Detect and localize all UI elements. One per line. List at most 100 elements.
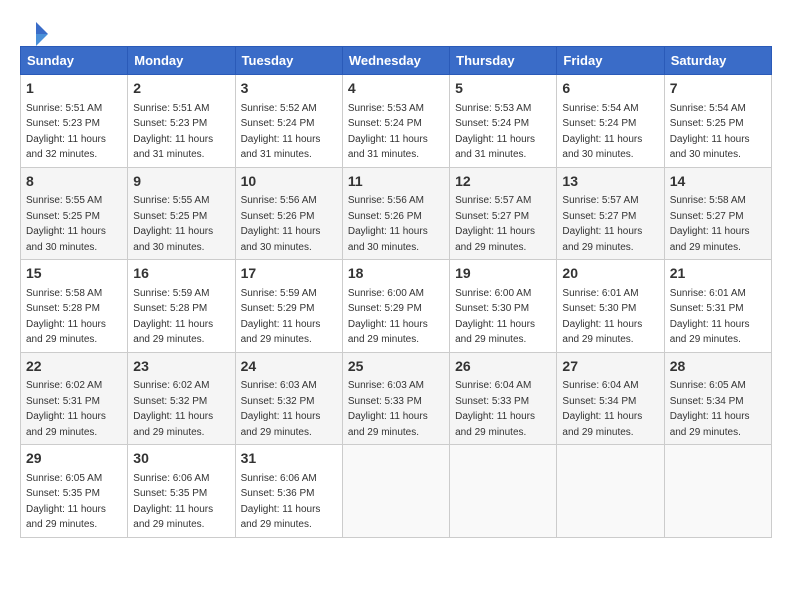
day-info: Sunrise: 6:02 AMSunset: 5:31 PMDaylight:…	[26, 380, 106, 438]
day-info: Sunrise: 5:54 AMSunset: 5:24 PMDaylight:…	[562, 103, 642, 161]
day-number: 11	[348, 172, 444, 192]
calendar-day-8: 8 Sunrise: 5:55 AMSunset: 5:25 PMDaylight…	[21, 167, 128, 260]
calendar-table: SundayMondayTuesdayWednesdayThursdayFrid…	[20, 46, 772, 538]
day-info: Sunrise: 6:02 AMSunset: 5:32 PMDaylight:…	[133, 380, 213, 438]
calendar-day-12: 12Sunrise: 5:57 AMSunset: 5:27 PMDayligh…	[450, 167, 557, 260]
day-number: 5	[455, 79, 551, 99]
day-number: 7	[670, 79, 766, 99]
header-wednesday: Wednesday	[342, 47, 449, 75]
calendar-day-29: 29Sunrise: 6:05 AMSunset: 5:35 PMDayligh…	[21, 445, 128, 538]
day-number: 15	[26, 264, 122, 284]
day-info: Sunrise: 5:58 AMSunset: 5:28 PMDaylight:…	[26, 288, 106, 346]
header-tuesday: Tuesday	[235, 47, 342, 75]
day-info: Sunrise: 5:51 AMSunset: 5:23 PMDaylight:…	[26, 103, 106, 161]
day-info: Sunrise: 5:59 AMSunset: 5:28 PMDaylight:…	[133, 288, 213, 346]
day-info: Sunrise: 5:59 AMSunset: 5:29 PMDaylight:…	[241, 288, 321, 346]
day-number: 18	[348, 264, 444, 284]
day-info: Sunrise: 6:00 AMSunset: 5:30 PMDaylight:…	[455, 288, 535, 346]
day-info: Sunrise: 6:05 AMSunset: 5:34 PMDaylight:…	[670, 380, 750, 438]
day-number: 4	[348, 79, 444, 99]
calendar-day-28: 28 Sunrise: 6:05 AMSunset: 5:34 PMDayligh…	[664, 352, 771, 445]
day-number: 13	[562, 172, 658, 192]
calendar-day-13: 13 Sunrise: 5:57 AMSunset: 5:27 PMDayligh…	[557, 167, 664, 260]
calendar-week-4: 22Sunrise: 6:02 AMSunset: 5:31 PMDayligh…	[21, 352, 772, 445]
calendar-day-24: 24 Sunrise: 6:03 AMSunset: 5:32 PMDayligh…	[235, 352, 342, 445]
day-info: Sunrise: 5:55 AMSunset: 5:25 PMDaylight:…	[133, 195, 213, 253]
day-number: 23	[133, 357, 229, 377]
day-info: Sunrise: 6:00 AMSunset: 5:29 PMDaylight:…	[348, 288, 428, 346]
calendar-week-5: 29Sunrise: 6:05 AMSunset: 5:35 PMDayligh…	[21, 445, 772, 538]
day-number: 3	[241, 79, 337, 99]
day-number: 6	[562, 79, 658, 99]
calendar-day-27: 27 Sunrise: 6:04 AMSunset: 5:34 PMDayligh…	[557, 352, 664, 445]
calendar-day-26: 26Sunrise: 6:04 AMSunset: 5:33 PMDayligh…	[450, 352, 557, 445]
day-info: Sunrise: 6:03 AMSunset: 5:32 PMDaylight:…	[241, 380, 321, 438]
calendar-day-20: 20 Sunrise: 6:01 AMSunset: 5:30 PMDayligh…	[557, 260, 664, 353]
day-info: Sunrise: 5:57 AMSunset: 5:27 PMDaylight:…	[455, 195, 535, 253]
calendar-day-10: 10 Sunrise: 5:56 AMSunset: 5:26 PMDayligh…	[235, 167, 342, 260]
calendar-day-17: 17 Sunrise: 5:59 AMSunset: 5:29 PMDayligh…	[235, 260, 342, 353]
day-number: 1	[26, 79, 122, 99]
day-info: Sunrise: 5:51 AMSunset: 5:23 PMDaylight:…	[133, 103, 213, 161]
calendar-day-1: 1 Sunrise: 5:51 AMSunset: 5:23 PMDaylight…	[21, 75, 128, 168]
day-info: Sunrise: 5:54 AMSunset: 5:25 PMDaylight:…	[670, 103, 750, 161]
day-number: 30	[133, 449, 229, 469]
day-info: Sunrise: 6:03 AMSunset: 5:33 PMDaylight:…	[348, 380, 428, 438]
calendar-week-1: 1 Sunrise: 5:51 AMSunset: 5:23 PMDaylight…	[21, 75, 772, 168]
day-number: 20	[562, 264, 658, 284]
day-number: 29	[26, 449, 122, 469]
day-number: 8	[26, 172, 122, 192]
logo-flag-icon	[22, 20, 50, 48]
empty-cell	[557, 445, 664, 538]
day-info: Sunrise: 6:04 AMSunset: 5:34 PMDaylight:…	[562, 380, 642, 438]
empty-cell	[664, 445, 771, 538]
day-info: Sunrise: 5:57 AMSunset: 5:27 PMDaylight:…	[562, 195, 642, 253]
calendar-day-23: 23 Sunrise: 6:02 AMSunset: 5:32 PMDayligh…	[128, 352, 235, 445]
day-info: Sunrise: 6:01 AMSunset: 5:30 PMDaylight:…	[562, 288, 642, 346]
calendar-header-row: SundayMondayTuesdayWednesdayThursdayFrid…	[21, 47, 772, 75]
day-info: Sunrise: 5:53 AMSunset: 5:24 PMDaylight:…	[455, 103, 535, 161]
day-number: 28	[670, 357, 766, 377]
day-number: 21	[670, 264, 766, 284]
day-number: 24	[241, 357, 337, 377]
calendar-day-4: 4 Sunrise: 5:53 AMSunset: 5:24 PMDaylight…	[342, 75, 449, 168]
day-info: Sunrise: 5:56 AMSunset: 5:26 PMDaylight:…	[241, 195, 321, 253]
page-header	[20, 20, 772, 42]
day-info: Sunrise: 6:01 AMSunset: 5:31 PMDaylight:…	[670, 288, 750, 346]
day-info: Sunrise: 5:52 AMSunset: 5:24 PMDaylight:…	[241, 103, 321, 161]
empty-cell	[450, 445, 557, 538]
calendar-day-11: 11 Sunrise: 5:56 AMSunset: 5:26 PMDayligh…	[342, 167, 449, 260]
calendar-day-2: 2 Sunrise: 5:51 AMSunset: 5:23 PMDaylight…	[128, 75, 235, 168]
day-info: Sunrise: 5:55 AMSunset: 5:25 PMDaylight:…	[26, 195, 106, 253]
day-number: 31	[241, 449, 337, 469]
header-thursday: Thursday	[450, 47, 557, 75]
day-number: 14	[670, 172, 766, 192]
calendar-day-31: 31 Sunrise: 6:06 AMSunset: 5:36 PMDayligh…	[235, 445, 342, 538]
calendar-day-22: 22Sunrise: 6:02 AMSunset: 5:31 PMDayligh…	[21, 352, 128, 445]
calendar-day-7: 7 Sunrise: 5:54 AMSunset: 5:25 PMDaylight…	[664, 75, 771, 168]
day-number: 25	[348, 357, 444, 377]
header-sunday: Sunday	[21, 47, 128, 75]
calendar-day-16: 16 Sunrise: 5:59 AMSunset: 5:28 PMDayligh…	[128, 260, 235, 353]
day-number: 17	[241, 264, 337, 284]
day-info: Sunrise: 5:53 AMSunset: 5:24 PMDaylight:…	[348, 103, 428, 161]
calendar-day-3: 3 Sunrise: 5:52 AMSunset: 5:24 PMDaylight…	[235, 75, 342, 168]
calendar-day-9: 9 Sunrise: 5:55 AMSunset: 5:25 PMDaylight…	[128, 167, 235, 260]
day-number: 27	[562, 357, 658, 377]
day-number: 16	[133, 264, 229, 284]
calendar-day-14: 14Sunrise: 5:58 AMSunset: 5:27 PMDayligh…	[664, 167, 771, 260]
calendar-day-21: 21 Sunrise: 6:01 AMSunset: 5:31 PMDayligh…	[664, 260, 771, 353]
day-info: Sunrise: 6:06 AMSunset: 5:36 PMDaylight:…	[241, 473, 321, 531]
header-saturday: Saturday	[664, 47, 771, 75]
day-number: 19	[455, 264, 551, 284]
day-number: 2	[133, 79, 229, 99]
empty-cell	[342, 445, 449, 538]
calendar-day-19: 19 Sunrise: 6:00 AMSunset: 5:30 PMDayligh…	[450, 260, 557, 353]
calendar-day-5: 5 Sunrise: 5:53 AMSunset: 5:24 PMDaylight…	[450, 75, 557, 168]
day-number: 10	[241, 172, 337, 192]
calendar-day-6: 6 Sunrise: 5:54 AMSunset: 5:24 PMDaylight…	[557, 75, 664, 168]
header-friday: Friday	[557, 47, 664, 75]
calendar-day-15: 15 Sunrise: 5:58 AMSunset: 5:28 PMDayligh…	[21, 260, 128, 353]
day-info: Sunrise: 5:56 AMSunset: 5:26 PMDaylight:…	[348, 195, 428, 253]
day-number: 9	[133, 172, 229, 192]
